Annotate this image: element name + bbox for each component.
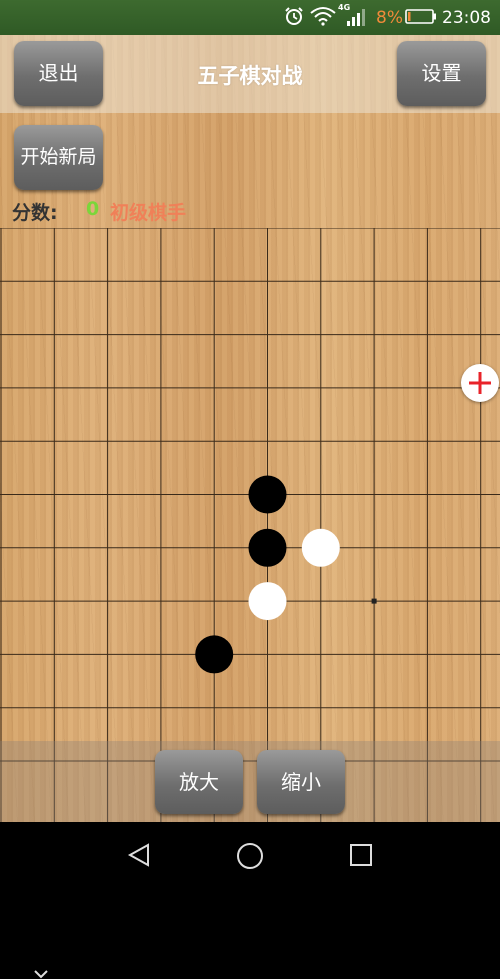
alarm-icon	[285, 7, 303, 25]
new-game-label: 开始新局	[20, 146, 97, 168]
zoom-fab-button[interactable]	[461, 364, 499, 402]
home-icon[interactable]	[236, 842, 264, 870]
black-stone	[248, 528, 287, 567]
zoom-out-label: 缩小	[281, 770, 321, 794]
navigation-bar	[0, 822, 500, 979]
settings-label: 设置	[421, 61, 462, 85]
score-label: 分数:	[12, 202, 58, 224]
signal-icon	[347, 9, 365, 26]
game-board[interactable]	[0, 228, 500, 822]
player-rank: 初级棋手	[110, 202, 187, 224]
zoom-out-button[interactable]: 缩小	[257, 750, 345, 814]
black-stone	[195, 635, 234, 674]
back-icon[interactable]	[126, 842, 152, 868]
wifi-icon	[310, 7, 336, 26]
bottom-bar	[0, 741, 500, 822]
page-title: 五子棋对战	[197, 64, 303, 88]
battery-icon	[405, 9, 436, 24]
score-value: 0	[86, 198, 100, 220]
status-bar: 4G 8% 23:08	[0, 0, 500, 35]
battery-percent: 8%	[376, 8, 403, 28]
zoom-in-button[interactable]: 放大	[155, 750, 243, 814]
black-stone	[248, 475, 287, 514]
white-stone	[301, 528, 340, 567]
white-stone	[248, 582, 287, 621]
zoom-in-label: 放大	[179, 770, 219, 794]
chevron-down-icon[interactable]	[33, 969, 49, 979]
exit-button[interactable]: 退出	[14, 41, 103, 106]
exit-label: 退出	[38, 61, 79, 85]
settings-button[interactable]: 设置	[397, 41, 486, 106]
board-marker	[371, 598, 377, 604]
recents-icon[interactable]	[349, 843, 373, 867]
clock: 23:08	[442, 8, 491, 28]
new-game-button[interactable]: 开始新局	[14, 125, 103, 190]
plus-icon	[469, 372, 491, 394]
